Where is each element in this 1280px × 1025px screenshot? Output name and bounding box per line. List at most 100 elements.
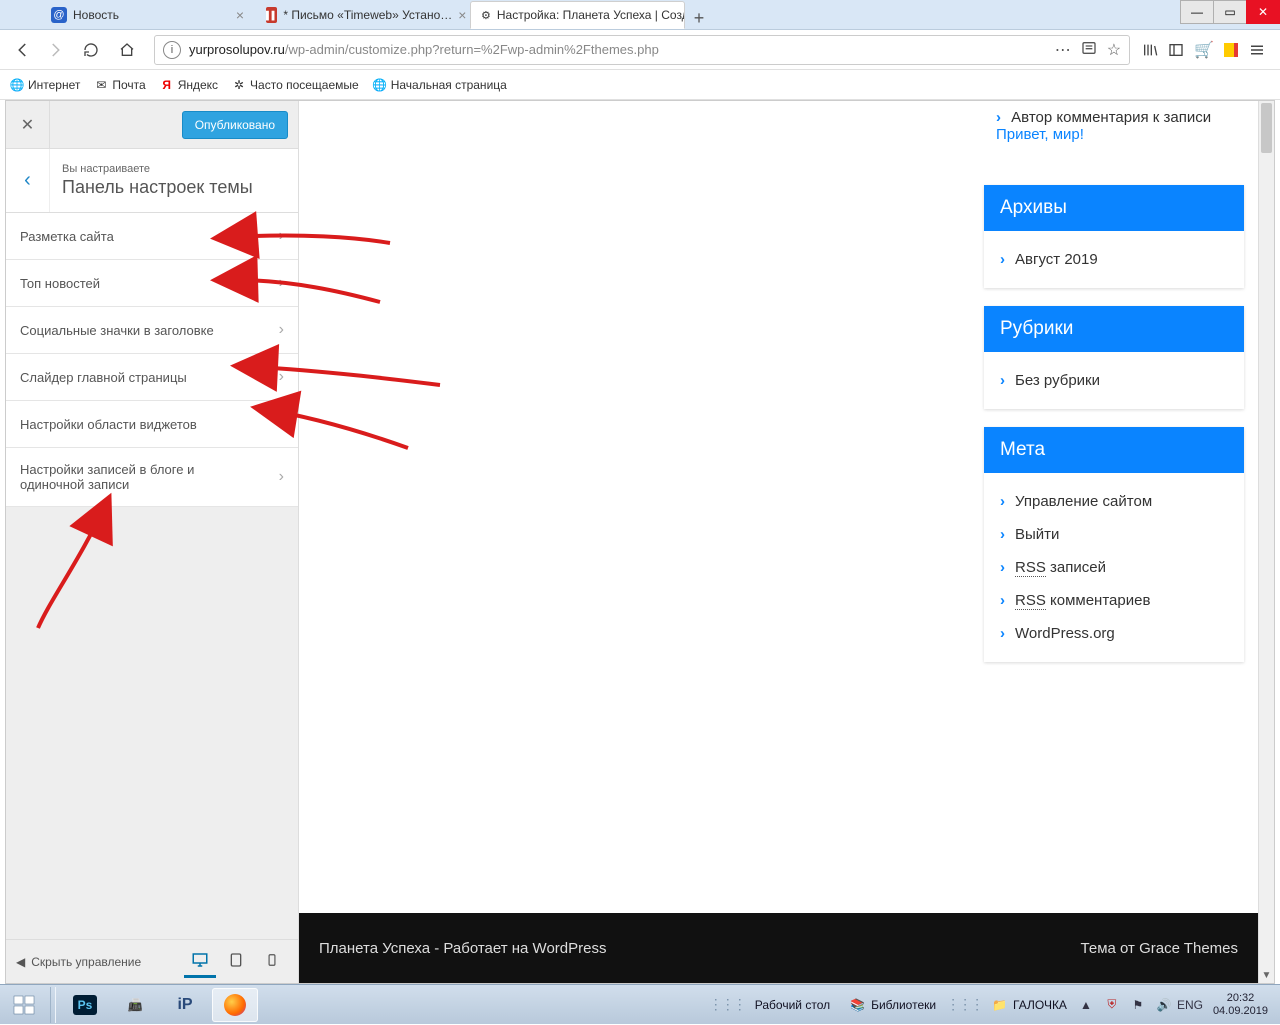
folder-icon: 📁 (992, 998, 1007, 1012)
window-close[interactable]: ✕ (1246, 0, 1280, 24)
gear-icon: ✲ (232, 78, 246, 92)
widget-title: Архивы (984, 185, 1244, 231)
tray-action-center-icon[interactable]: ⚑ (1129, 996, 1147, 1014)
pocket-icon[interactable] (1224, 43, 1238, 57)
customizer-close-button[interactable]: ✕ (6, 101, 50, 149)
menu-icon[interactable] (1248, 41, 1266, 59)
taskbar-app[interactable]: 📠 (112, 988, 158, 1022)
device-desktop-button[interactable] (184, 946, 216, 978)
scroll-thumb[interactable] (1261, 103, 1272, 153)
customizer-back-button[interactable]: ‹ (6, 149, 50, 212)
widget-link[interactable]: ›RSS комментариев (1000, 584, 1228, 617)
taskbar-app-ip[interactable]: iP (162, 988, 208, 1022)
reader-icon[interactable] (1081, 40, 1097, 60)
tray-volume-icon[interactable]: 🔊 (1155, 996, 1173, 1014)
browser-tab[interactable]: @ Новость × (40, 1, 255, 29)
comment-link[interactable]: Привет, мир! (996, 126, 1084, 143)
chevron-right-icon: › (1000, 372, 1005, 389)
new-tab-button[interactable]: + (685, 8, 713, 29)
browser-tab-strip: @ Новость × ▌▌ * Письмо «Timeweb» Устано… (0, 0, 1280, 30)
close-icon[interactable]: × (230, 7, 244, 23)
bookmark-item[interactable]: ЯЯндекс (160, 78, 218, 92)
customizer-section[interactable]: Слайдер главной страницы› (6, 354, 298, 401)
chevron-right-icon: › (1000, 526, 1005, 543)
widget-title: Рубрики (984, 306, 1244, 352)
browser-toolbar: i yurprosolupov.ru/wp-admin/customize.ph… (0, 30, 1280, 70)
footer-text-right: Тема от Grace Themes (1081, 940, 1238, 957)
device-tablet-button[interactable] (220, 946, 252, 978)
back-button[interactable] (8, 35, 38, 65)
home-button[interactable] (112, 35, 142, 65)
widget-link[interactable]: ›Без рубрики (1000, 364, 1228, 397)
tab-title: Настройка: Планета Успеха | Созд… (497, 8, 685, 22)
taskbar-app-photoshop[interactable]: Ps (62, 988, 108, 1022)
bookmark-item[interactable]: ✉Почта (94, 78, 145, 92)
browser-tab-active[interactable]: ⚙ Настройка: Планета Успеха | Созд… × (470, 1, 685, 29)
customizer-section[interactable]: Настройки области виджетов› (6, 401, 298, 448)
globe-icon: 🌐 (373, 78, 387, 92)
bookmark-star-icon[interactable]: ☆ (1107, 40, 1121, 60)
tab-title: Новость (73, 8, 119, 22)
chevron-right-icon: › (1000, 251, 1005, 268)
widget-title: Мета (984, 427, 1244, 473)
start-button[interactable] (0, 985, 48, 1025)
taskbar-toolbar-item[interactable]: 📚Библиотеки (840, 988, 946, 1022)
sidebar-icon[interactable] (1168, 42, 1184, 58)
widget-link[interactable]: ›WordPress.org (1000, 617, 1228, 650)
taskbar-app-firefox[interactable] (212, 988, 258, 1022)
window-minimize[interactable]: — (1180, 0, 1214, 24)
customizer-subtitle: Вы настраиваете (62, 163, 253, 175)
forward-button[interactable] (40, 35, 70, 65)
site-info-icon[interactable]: i (163, 41, 181, 59)
customizer-section[interactable]: Разметка сайта› (6, 213, 298, 260)
chevron-right-icon: › (996, 109, 1001, 126)
widget-archives: Архивы ›Август 2019 (984, 185, 1244, 288)
wp-customizer-sidebar: ✕ Опубликовано ‹ Вы настраиваете Панель … (6, 101, 299, 983)
customizer-title: Панель настроек темы (62, 177, 253, 198)
bookmarks-bar: 🌐Интернет ✉Почта ЯЯндекс ✲Часто посещаем… (0, 70, 1280, 100)
bookmark-item[interactable]: 🌐Интернет (10, 78, 80, 92)
browser-tab[interactable]: ▌▌ * Письмо «Timeweb» Устано… × (255, 1, 470, 29)
taskbar-toolbar-item[interactable]: 📁ГАЛОЧКА (982, 988, 1077, 1022)
customizer-section-list: Разметка сайта› Топ новостей› Социальные… (6, 213, 298, 507)
widget-link[interactable]: ›RSS записей (1000, 551, 1228, 584)
close-icon[interactable]: × (452, 7, 466, 23)
footer-text-left: Планета Успеха - Работает на WordPress (319, 940, 606, 957)
chevron-right-icon: › (279, 321, 284, 339)
reload-button[interactable] (76, 35, 106, 65)
chevron-right-icon: › (1000, 625, 1005, 642)
cart-icon[interactable]: 🛒 (1194, 40, 1214, 60)
toolbar-handle[interactable]: ⋮⋮⋮ (946, 996, 982, 1013)
library-icon[interactable] (1142, 42, 1158, 58)
taskbar-toolbar-item[interactable]: Рабочий стол (745, 988, 840, 1022)
publish-button[interactable]: Опубликовано (182, 111, 288, 139)
widget-categories: Рубрики ›Без рубрики (984, 306, 1244, 409)
chevron-right-icon: › (279, 368, 284, 386)
customizer-section[interactable]: Настройки записей в блоге и одиночной за… (6, 448, 298, 507)
chevron-right-icon: › (1000, 592, 1005, 609)
address-bar[interactable]: i yurprosolupov.ru/wp-admin/customize.ph… (154, 35, 1130, 65)
taskbar-separator (50, 987, 56, 1023)
widget-link[interactable]: ›Выйти (1000, 518, 1228, 551)
widget-link[interactable]: ›Управление сайтом (1000, 485, 1228, 518)
tray-security-icon[interactable]: ⛨ (1103, 996, 1121, 1014)
bookmark-item[interactable]: ✲Часто посещаемые (232, 78, 359, 92)
chevron-right-icon: › (1000, 493, 1005, 510)
page-actions-icon[interactable]: ⋯ (1055, 40, 1071, 60)
tray-show-hidden-icon[interactable]: ▲ (1077, 996, 1095, 1014)
window-maximize[interactable]: ▭ (1213, 0, 1247, 24)
toolbar-handle[interactable]: ⋮⋮⋮ (709, 996, 745, 1013)
mail-icon: ✉ (94, 78, 108, 92)
bookmark-item[interactable]: 🌐Начальная страница (373, 78, 507, 92)
scroll-down-icon[interactable]: ▼ (1259, 967, 1274, 983)
chevron-right-icon: › (279, 274, 284, 292)
tray-lang[interactable]: ENG (1181, 996, 1199, 1014)
widget-meta: Мета ›Управление сайтом ›Выйти ›RSS запи… (984, 427, 1244, 662)
preview-scrollbar[interactable]: ▲ ▼ (1258, 101, 1274, 983)
customizer-section[interactable]: Социальные значки в заголовке› (6, 307, 298, 354)
collapse-sidebar-button[interactable]: ◀ Скрыть управление (16, 955, 141, 969)
taskbar-clock[interactable]: 20:32 04.09.2019 (1207, 992, 1274, 1018)
widget-link[interactable]: ›Август 2019 (1000, 243, 1228, 276)
device-mobile-button[interactable] (256, 946, 288, 978)
customizer-section[interactable]: Топ новостей› (6, 260, 298, 307)
